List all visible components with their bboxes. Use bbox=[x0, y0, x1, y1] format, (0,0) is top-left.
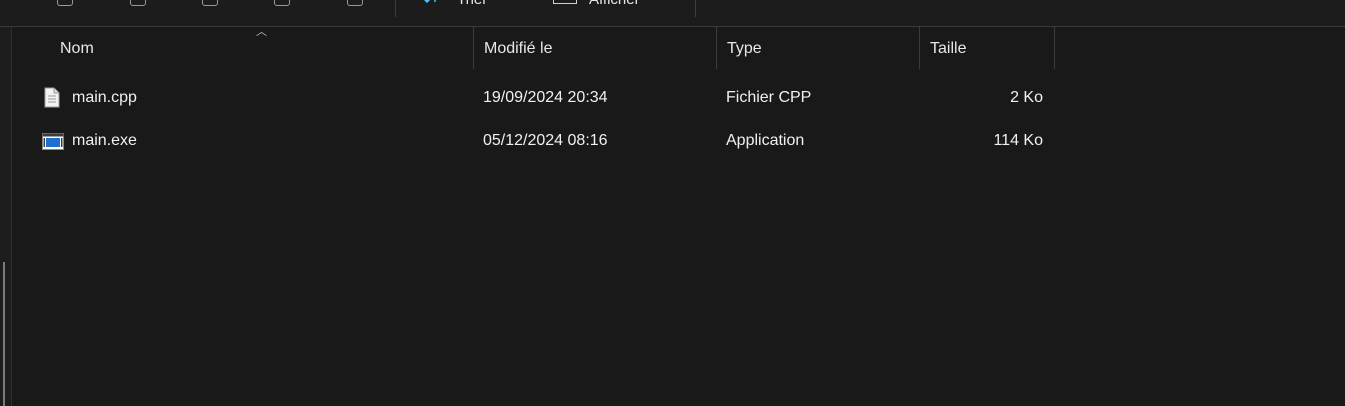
column-header-modified-label: Modifié le bbox=[484, 40, 553, 57]
file-row[interactable]: main.cpp 19/09/2024 20:34 Fichier CPP 2 … bbox=[12, 78, 1345, 118]
document-icon bbox=[44, 87, 60, 108]
file-type: Fichier CPP bbox=[726, 89, 812, 106]
toolbar-divider bbox=[695, 0, 696, 17]
cut-icon[interactable] bbox=[57, 0, 73, 6]
column-header-type[interactable]: Type bbox=[717, 27, 919, 69]
column-header-modified[interactable]: Modifié le bbox=[474, 27, 716, 69]
view-label: Afficher bbox=[589, 0, 640, 8]
column-header-size[interactable]: Taille bbox=[920, 27, 1054, 69]
navigation-pane[interactable] bbox=[0, 27, 12, 406]
sort-label: Trier bbox=[457, 0, 487, 8]
copy-icon[interactable] bbox=[130, 0, 146, 6]
file-name[interactable]: main.exe bbox=[72, 121, 137, 161]
paste-icon[interactable] bbox=[202, 0, 218, 6]
file-modified: 19/09/2024 20:34 bbox=[483, 89, 608, 106]
column-header-name-label: Nom bbox=[60, 40, 94, 57]
file-type: Application bbox=[726, 132, 805, 149]
view-icon bbox=[553, 0, 577, 4]
command-bar: Trier Afficher bbox=[0, 0, 1345, 26]
file-explorer-window: Trier Afficher Nom ︿ Modifié le Type Tai… bbox=[0, 0, 1345, 406]
toolbar-divider bbox=[395, 0, 396, 17]
rename-icon[interactable] bbox=[274, 0, 290, 6]
sort-ascending-icon: ︿ bbox=[256, 26, 267, 38]
file-modified: 05/12/2024 08:16 bbox=[483, 132, 608, 149]
delete-icon[interactable] bbox=[347, 0, 363, 6]
file-size: 114 Ko bbox=[993, 132, 1043, 149]
column-header-size-label: Taille bbox=[930, 40, 967, 57]
file-row[interactable]: main.exe 05/12/2024 08:16 Application 11… bbox=[12, 121, 1345, 161]
application-icon bbox=[42, 133, 64, 150]
sort-icon bbox=[424, 0, 436, 4]
file-name[interactable]: main.cpp bbox=[72, 78, 137, 118]
file-size: 2 Ko bbox=[1010, 89, 1043, 106]
column-divider[interactable] bbox=[1054, 27, 1055, 69]
navigation-scrollbar[interactable] bbox=[3, 262, 5, 406]
column-header-type-label: Type bbox=[727, 40, 762, 57]
column-header-row: Nom ︿ Modifié le Type Taille bbox=[12, 26, 1345, 69]
